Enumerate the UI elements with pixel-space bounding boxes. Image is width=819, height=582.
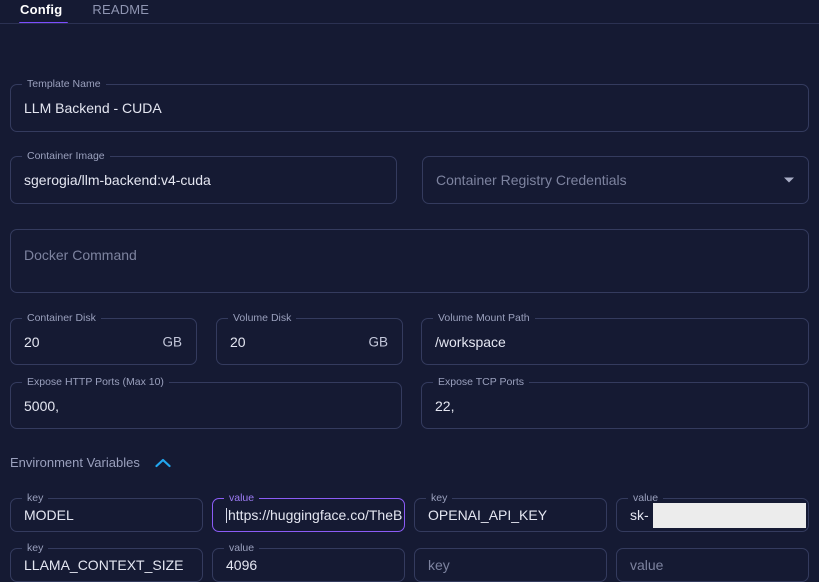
- template-name-field[interactable]: Template Name LLM Backend - CUDA: [10, 78, 809, 132]
- template-name-label: Template Name: [22, 78, 106, 91]
- container-registry-credentials-select[interactable]: Container Registry Credentials: [422, 156, 809, 204]
- env-row-0-value-input[interactable]: https://huggingface.co/TheB: [226, 506, 402, 524]
- env-row-0-key-input[interactable]: MODEL: [24, 506, 74, 524]
- env-row-1-key-label: key: [22, 542, 49, 555]
- container-image-label: Container Image: [22, 150, 110, 163]
- env-row-0-value2-input[interactable]: sk-: [630, 506, 649, 524]
- env-row-0-key2-label: key: [426, 492, 453, 505]
- env-row-0-value-text: https://huggingface.co/TheB: [228, 507, 403, 523]
- container-disk-input[interactable]: 20: [24, 333, 40, 351]
- tab-config[interactable]: Config: [18, 0, 80, 24]
- container-disk-field[interactable]: Container Disk 20 GB: [10, 312, 197, 365]
- environment-variables-title: Environment Variables: [10, 455, 140, 470]
- volume-disk-field[interactable]: Volume Disk 20 GB: [216, 312, 403, 365]
- tab-readme-label: README: [92, 2, 150, 17]
- expose-tcp-ports-input[interactable]: 22,: [435, 397, 454, 415]
- chevron-up-icon[interactable]: [154, 454, 172, 472]
- env-row-1-value2-field[interactable]: value: [616, 548, 809, 582]
- volume-disk-unit: GB: [368, 334, 388, 349]
- env-row-1-key2-field[interactable]: key: [414, 548, 607, 582]
- tab-bar: Config README: [0, 0, 819, 24]
- expose-tcp-ports-field[interactable]: Expose TCP Ports 22,: [421, 376, 809, 429]
- docker-command-field[interactable]: Docker Command: [10, 229, 809, 293]
- docker-command-placeholder: Docker Command: [24, 247, 137, 263]
- env-row-1-value-field[interactable]: value 4096: [212, 542, 405, 582]
- expose-tcp-ports-label: Expose TCP Ports: [433, 376, 529, 389]
- env-row-0-key2-field[interactable]: key OPENAI_API_KEY: [414, 492, 607, 532]
- env-row-0-key-label: key: [22, 492, 49, 505]
- env-row-1-value-label: value: [224, 542, 260, 555]
- container-disk-unit: GB: [162, 334, 182, 349]
- env-row-0-value-field[interactable]: value https://huggingface.co/TheB: [212, 492, 405, 532]
- volume-mount-path-input[interactable]: /workspace: [435, 333, 506, 351]
- container-image-field[interactable]: Container Image sgerogia/llm-backend:v4-…: [10, 150, 397, 204]
- container-registry-credentials-placeholder: Container Registry Credentials: [436, 172, 627, 188]
- container-disk-label: Container Disk: [22, 312, 101, 325]
- chevron-down-icon[interactable]: [784, 177, 794, 183]
- env-row-1-value-input[interactable]: 4096: [226, 556, 257, 574]
- container-image-input[interactable]: sgerogia/llm-backend:v4-cuda: [24, 171, 211, 189]
- tab-readme[interactable]: README: [92, 0, 167, 18]
- volume-disk-input[interactable]: 20: [230, 333, 246, 351]
- env-row-0-value-label: value: [224, 492, 260, 505]
- tab-list: Config README: [0, 0, 819, 24]
- volume-mount-path-field[interactable]: Volume Mount Path /workspace: [421, 312, 809, 365]
- env-row-1-key-field[interactable]: key LLAMA_CONTEXT_SIZE: [10, 542, 203, 582]
- env-row-0-key-field[interactable]: key MODEL: [10, 492, 203, 532]
- expose-http-ports-field[interactable]: Expose HTTP Ports (Max 10) 5000,: [10, 376, 402, 429]
- expose-http-ports-label: Expose HTTP Ports (Max 10): [22, 376, 169, 389]
- volume-disk-label: Volume Disk: [228, 312, 297, 325]
- expose-http-ports-input[interactable]: 5000,: [24, 397, 59, 415]
- env-row-1-key-input[interactable]: LLAMA_CONTEXT_SIZE: [24, 556, 184, 574]
- environment-variables-header: Environment Variables: [10, 454, 172, 472]
- env-row-1-key2-placeholder: key: [428, 557, 450, 573]
- template-name-input[interactable]: LLM Backend - CUDA: [24, 99, 162, 117]
- redaction-bar: [653, 503, 806, 528]
- volume-mount-path-label: Volume Mount Path: [433, 312, 535, 325]
- env-row-0-value2-field[interactable]: value sk-: [616, 492, 809, 532]
- env-row-1-value2-placeholder: value: [630, 557, 664, 573]
- tab-bar-divider: [0, 23, 819, 24]
- env-row-0-key2-input[interactable]: OPENAI_API_KEY: [428, 506, 547, 524]
- tab-config-label: Config: [20, 2, 63, 17]
- text-caret: [226, 508, 227, 523]
